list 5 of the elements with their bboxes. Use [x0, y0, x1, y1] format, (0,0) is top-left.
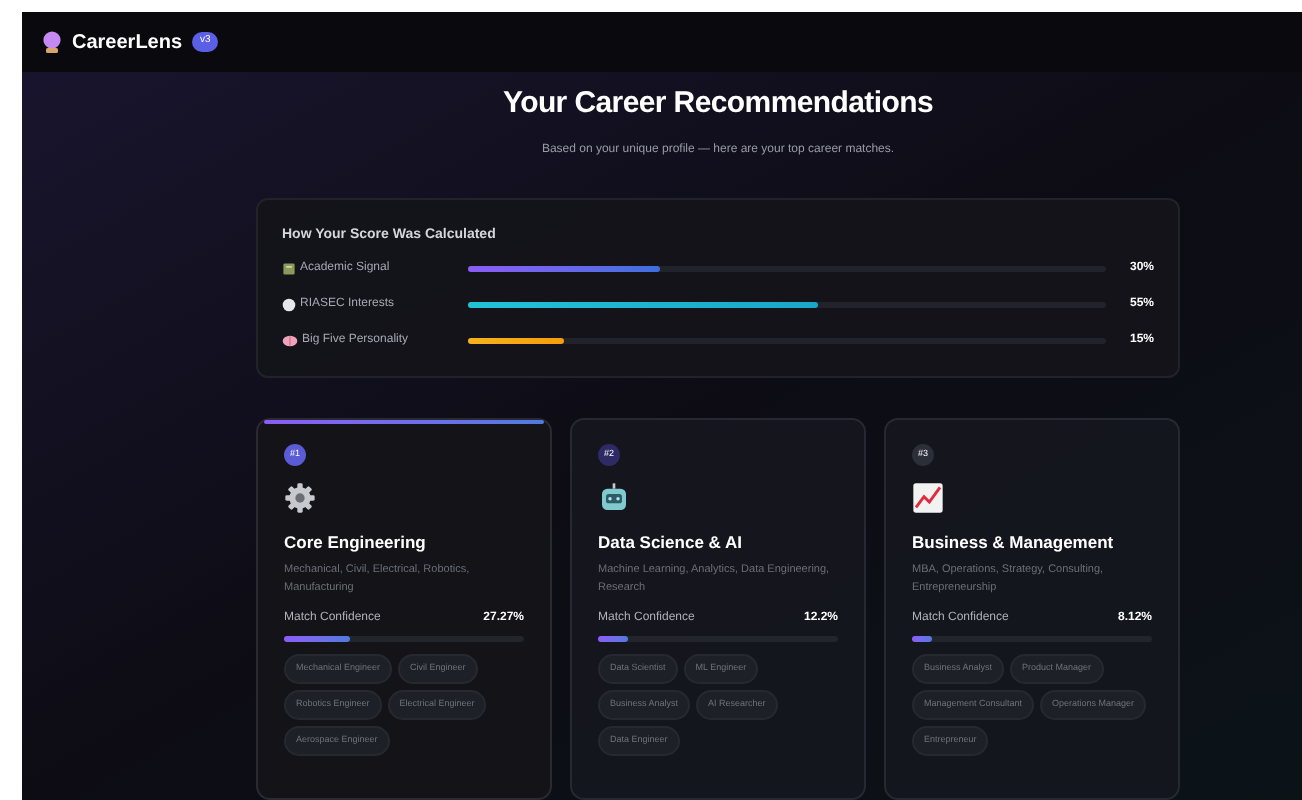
card-title: Data Science & AI [598, 529, 744, 555]
page-title: Your Career Recommendations [502, 84, 934, 124]
brand-name: CareerLens [72, 29, 183, 57]
card-title: Business & Management [912, 529, 1116, 555]
card-title: Core Engineering [284, 529, 428, 555]
